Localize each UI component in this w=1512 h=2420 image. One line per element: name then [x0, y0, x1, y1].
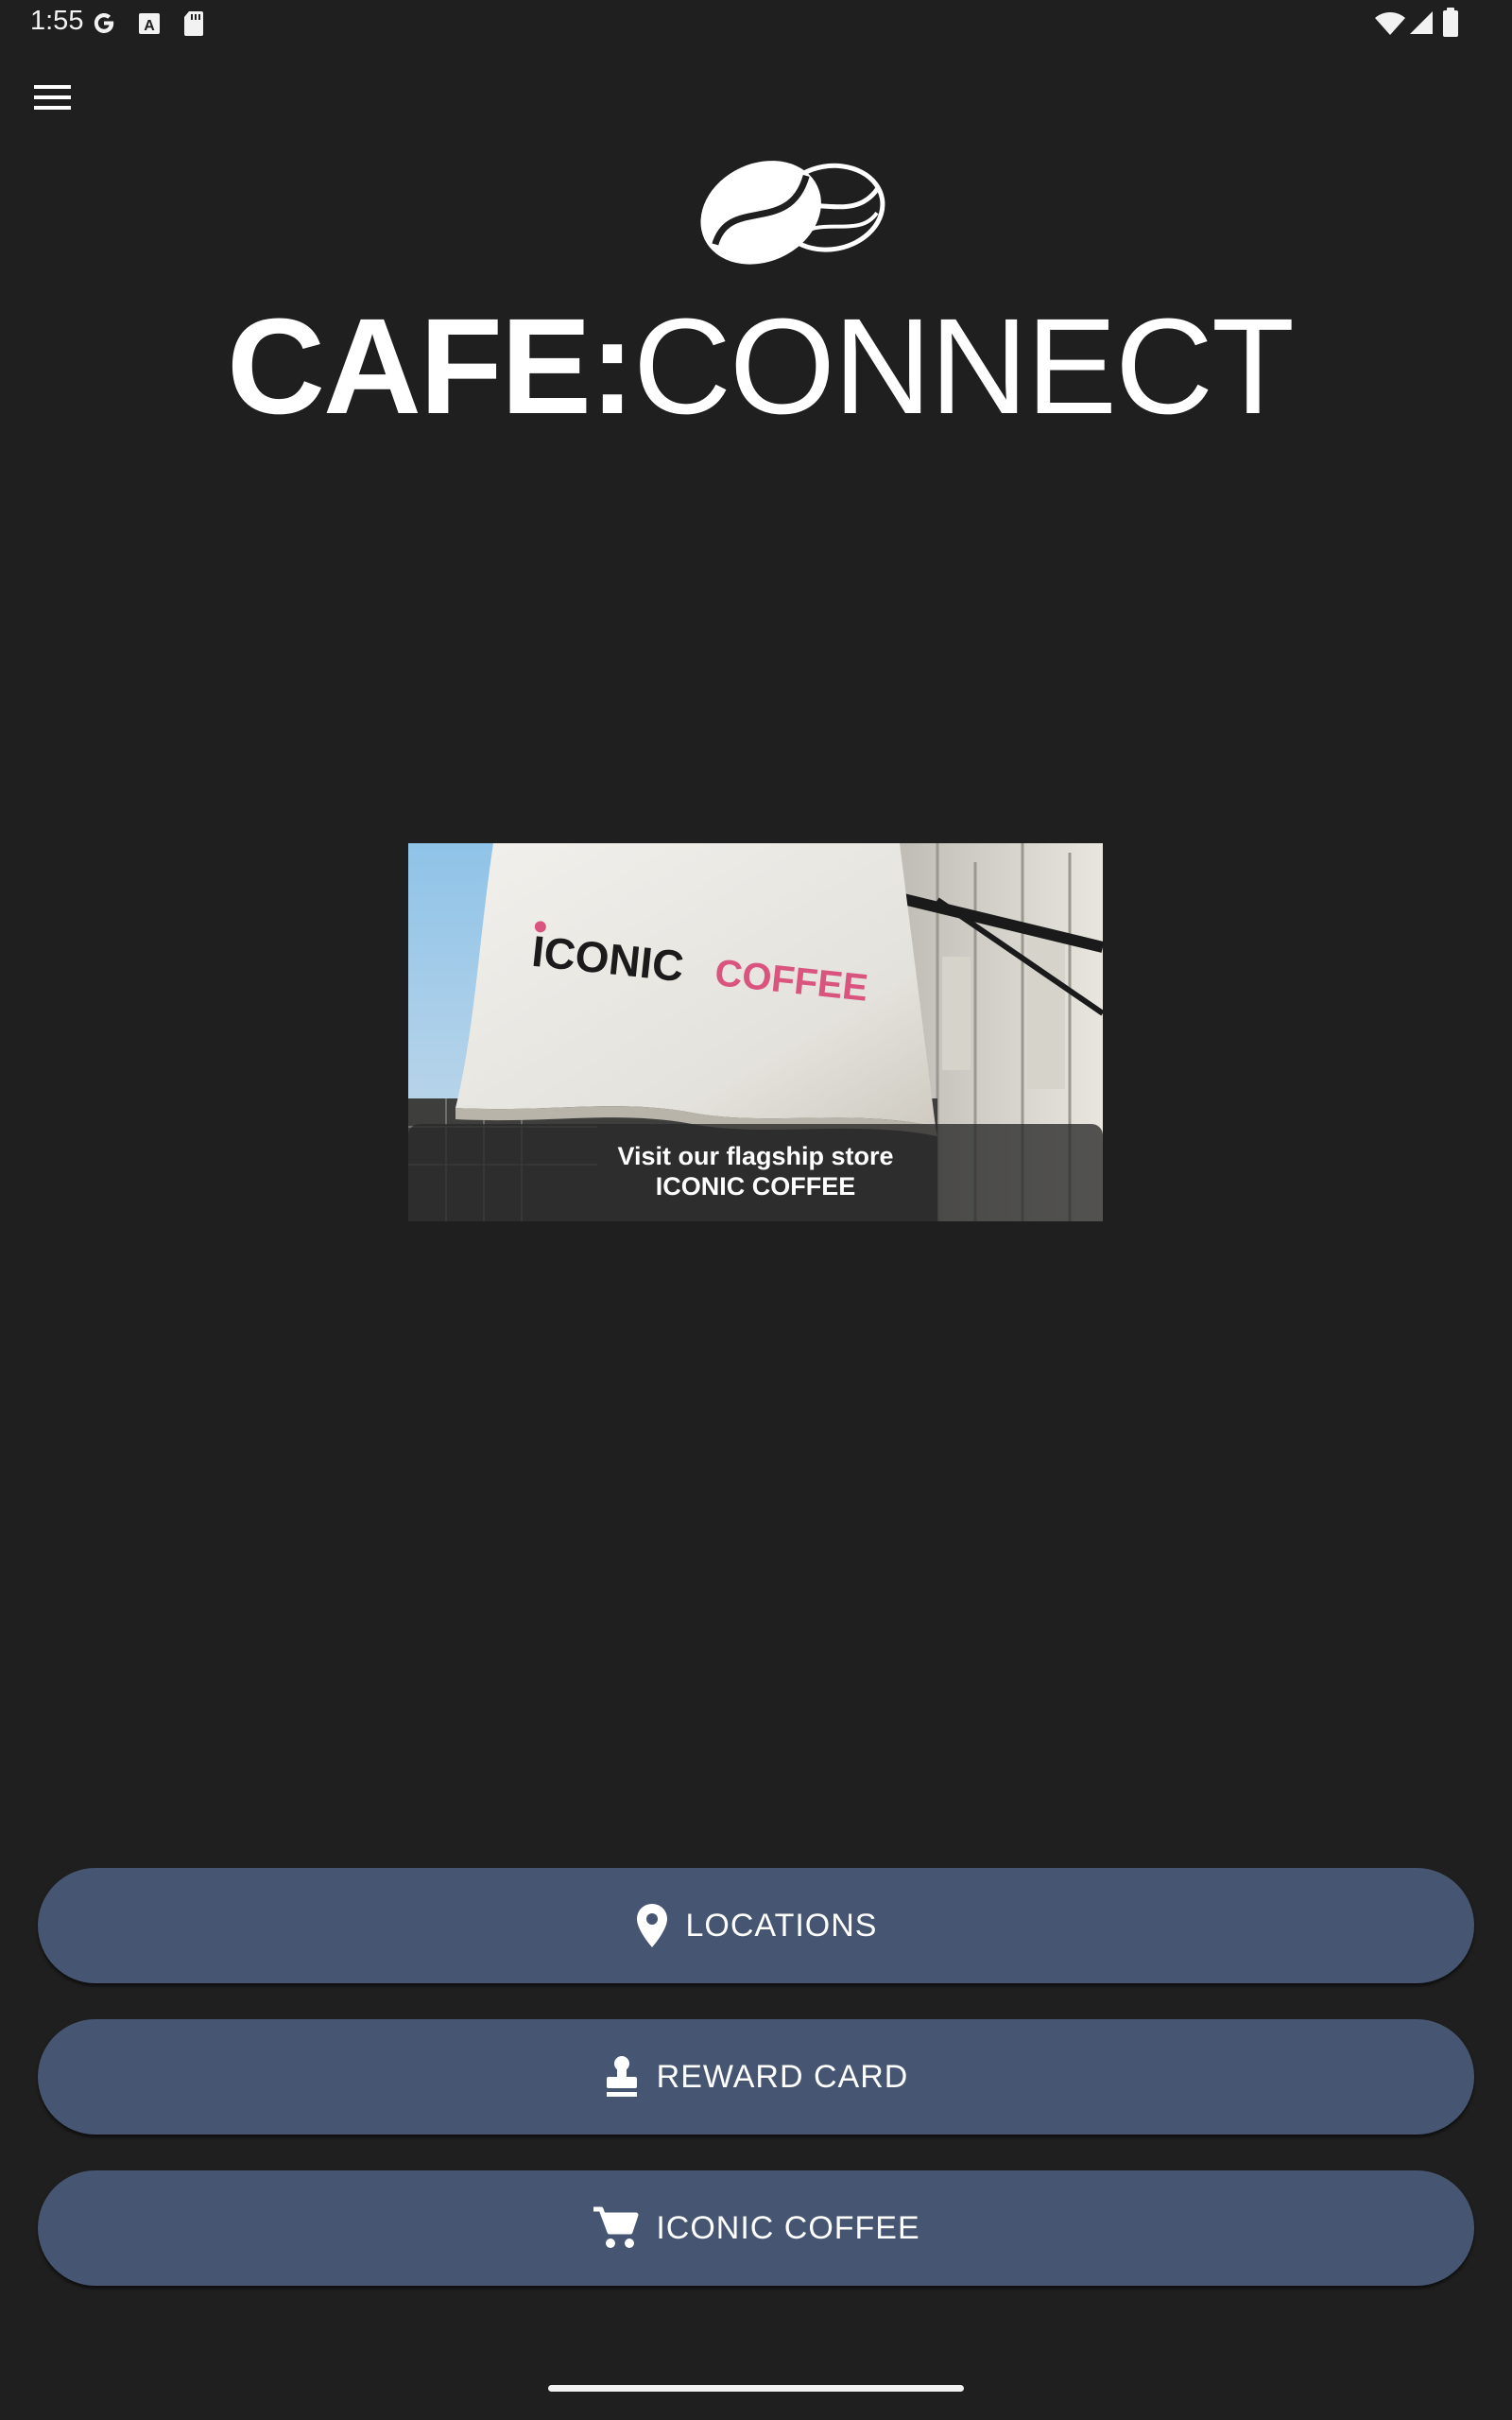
logo-text-light: CONNECT — [632, 290, 1295, 442]
shopping-cart-icon — [592, 2206, 639, 2250]
status-bar: 1:55 A — [0, 0, 1512, 47]
svg-text:A: A — [144, 18, 155, 34]
wifi-icon — [1374, 11, 1406, 40]
cellular-signal-icon — [1408, 9, 1435, 40]
promo-caption-line2: ICONIC COFFEE — [655, 1172, 856, 1201]
reward-card-button[interactable]: REWARD CARD — [38, 2019, 1474, 2135]
locations-button[interactable]: LOCATIONS — [38, 1868, 1474, 1983]
battery-icon — [1442, 8, 1459, 42]
app-screen: 1:55 A CAFE:CONNECT ICONIC COFFEE Visit … — [0, 0, 1512, 2420]
hamburger-menu-icon — [34, 85, 71, 110]
font-a-icon: A — [137, 11, 162, 40]
iconic-coffee-button[interactable]: ICONIC COFFEE — [38, 2170, 1474, 2286]
logo-text-bold: CAFE: — [227, 290, 635, 442]
flagship-store-promo[interactable]: ICONIC COFFEE Visit our flagship store I… — [408, 843, 1103, 1221]
location-pin-icon — [635, 1903, 669, 1948]
app-logo-text: CAFE:CONNECT — [227, 299, 1295, 435]
reward-card-button-label: REWARD CARD — [656, 2058, 909, 2095]
home-indicator[interactable] — [548, 2385, 964, 2392]
promo-caption: Visit our flagship store ICONIC COFFEE — [408, 1124, 1103, 1221]
iconic-coffee-button-label: ICONIC COFFEE — [656, 2209, 920, 2246]
locations-button-label: LOCATIONS — [685, 1907, 878, 1944]
stamp-icon — [604, 2055, 640, 2099]
status-time: 1:55 — [30, 6, 84, 36]
menu-button[interactable] — [19, 68, 87, 127]
google-icon — [91, 9, 117, 40]
promo-caption-line1: Visit our flagship store — [617, 1142, 894, 1170]
sd-card-icon — [182, 9, 205, 42]
coffee-beans-icon — [687, 146, 893, 270]
